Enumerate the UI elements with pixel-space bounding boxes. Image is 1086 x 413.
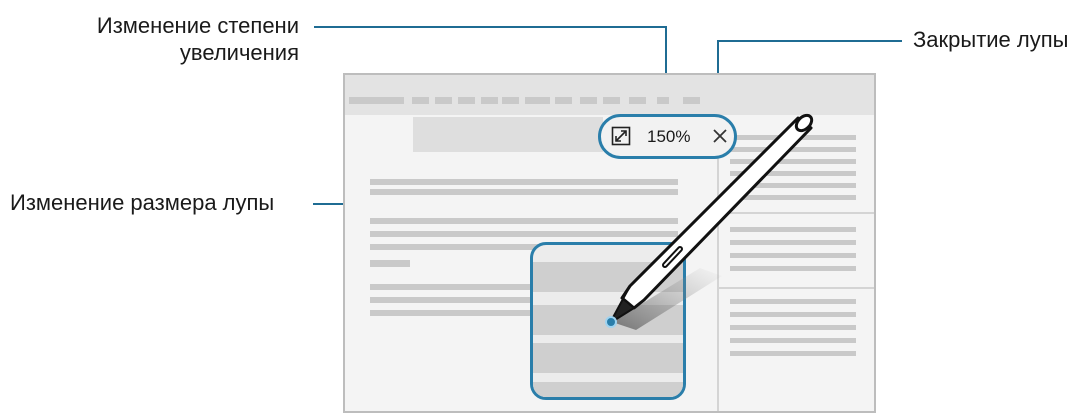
s-pen-illustration [605,113,814,330]
pen-body [620,116,813,310]
pen-contact-point [605,316,617,328]
pen-cap [794,113,814,133]
